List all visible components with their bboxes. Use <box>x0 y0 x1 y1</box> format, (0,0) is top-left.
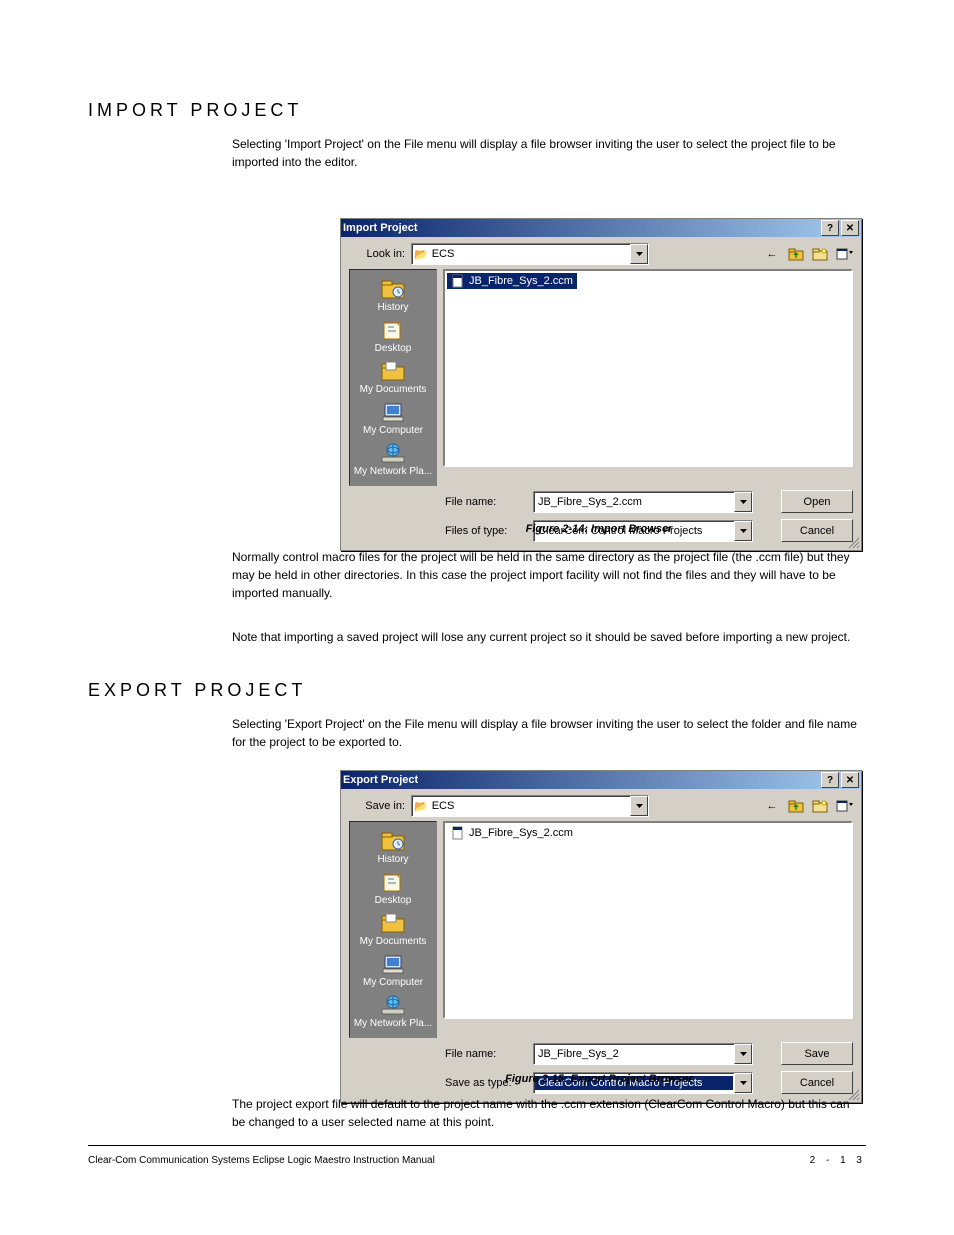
footer-page-number: 2 - 1 3 <box>810 1155 866 1166</box>
paragraph-import-3: Note that importing a saved project will… <box>232 628 866 646</box>
file-name-label: File name: <box>445 1048 525 1060</box>
chevron-down-icon[interactable] <box>734 1044 752 1064</box>
view-menu-icon[interactable] <box>835 797 853 815</box>
place-desktop[interactable]: Desktop <box>350 317 436 356</box>
figure-caption-2: Figure 2-15: Export Project Browser <box>394 1073 804 1085</box>
paragraph-import-2: Normally control macro files for the pro… <box>232 548 866 602</box>
chevron-down-icon[interactable] <box>734 492 752 512</box>
paragraph-import-desc: Selecting 'Import Project' on the File m… <box>232 135 866 171</box>
dialog-titlebar: Import Project ? ✕ <box>341 219 861 237</box>
look-in-value: ECS <box>428 248 630 260</box>
file-item-name: JB_Fibre_Sys_2.ccm <box>469 275 573 287</box>
place-mydocuments[interactable]: My Documents <box>350 910 436 949</box>
file-listing[interactable]: JB_Fibre_Sys_2.ccm <box>443 821 853 1019</box>
place-mycomputer[interactable]: My Computer <box>350 951 436 990</box>
look-in-combo[interactable]: 📂 ECS <box>411 243 649 265</box>
footer-divider <box>88 1145 866 1146</box>
place-network[interactable]: My Network Pla... <box>350 440 436 479</box>
close-button[interactable]: ✕ <box>841 772 859 788</box>
section-heading-export: EXPORT PROJECT <box>88 680 306 701</box>
back-icon[interactable]: ← <box>763 797 781 815</box>
open-button[interactable]: Open <box>781 490 853 513</box>
place-history[interactable]: History <box>350 828 436 867</box>
place-network[interactable]: My Network Pla... <box>350 992 436 1031</box>
dialog-title: Import Project <box>343 222 418 234</box>
place-mydocuments[interactable]: My Documents <box>350 358 436 397</box>
new-folder-icon[interactable] <box>811 245 829 263</box>
footer-left: Clear-Com Communication Systems Eclipse … <box>88 1155 435 1166</box>
dialog-titlebar: Export Project ? ✕ <box>341 771 861 789</box>
file-name-input[interactable]: JB_Fibre_Sys_2.ccm <box>533 491 753 513</box>
file-listing[interactable]: JB_Fibre_Sys_2.ccm <box>443 269 853 467</box>
file-name-value: JB_Fibre_Sys_2 <box>534 1048 734 1060</box>
places-bar: History Desktop My Documents My Computer… <box>349 269 437 486</box>
chevron-down-icon[interactable] <box>630 244 648 264</box>
import-project-dialog: Import Project ? ✕ Look in: 📂 ECS ← <box>340 218 862 551</box>
save-in-combo[interactable]: 📂 ECS <box>411 795 649 817</box>
dialog-title: Export Project <box>343 774 418 786</box>
place-history[interactable]: History <box>350 276 436 315</box>
section-heading-import: IMPORT PROJECT <box>88 100 302 121</box>
new-folder-icon[interactable] <box>811 797 829 815</box>
save-button[interactable]: Save <box>781 1042 853 1065</box>
save-in-value: ECS <box>428 800 630 812</box>
paragraph-export-2: The project export file will default to … <box>232 1095 866 1131</box>
place-mycomputer[interactable]: My Computer <box>350 399 436 438</box>
figure-caption-1: Figure 2-14: Import Browser <box>394 523 804 535</box>
file-name-input[interactable]: JB_Fibre_Sys_2 <box>533 1043 753 1065</box>
look-in-label: Look in: <box>349 248 405 260</box>
up-folder-icon[interactable] <box>787 245 805 263</box>
file-item-name: JB_Fibre_Sys_2.ccm <box>469 827 573 839</box>
up-folder-icon[interactable] <box>787 797 805 815</box>
paragraph-export-desc: Selecting 'Export Project' on the File m… <box>232 715 866 751</box>
file-name-label: File name: <box>445 496 525 508</box>
file-item[interactable]: JB_Fibre_Sys_2.ccm <box>447 273 577 289</box>
file-item[interactable]: JB_Fibre_Sys_2.ccm <box>447 825 577 841</box>
chevron-down-icon[interactable] <box>630 796 648 816</box>
help-button[interactable]: ? <box>821 220 839 236</box>
export-project-dialog: Export Project ? ✕ Save in: 📂 ECS ← <box>340 770 862 1103</box>
close-button[interactable]: ✕ <box>841 220 859 236</box>
help-button[interactable]: ? <box>821 772 839 788</box>
view-menu-icon[interactable] <box>835 245 853 263</box>
place-desktop[interactable]: Desktop <box>350 869 436 908</box>
places-bar: History Desktop My Documents My Computer… <box>349 821 437 1038</box>
back-icon[interactable]: ← <box>763 245 781 263</box>
file-name-value: JB_Fibre_Sys_2.ccm <box>534 496 734 508</box>
save-in-label: Save in: <box>349 800 405 812</box>
